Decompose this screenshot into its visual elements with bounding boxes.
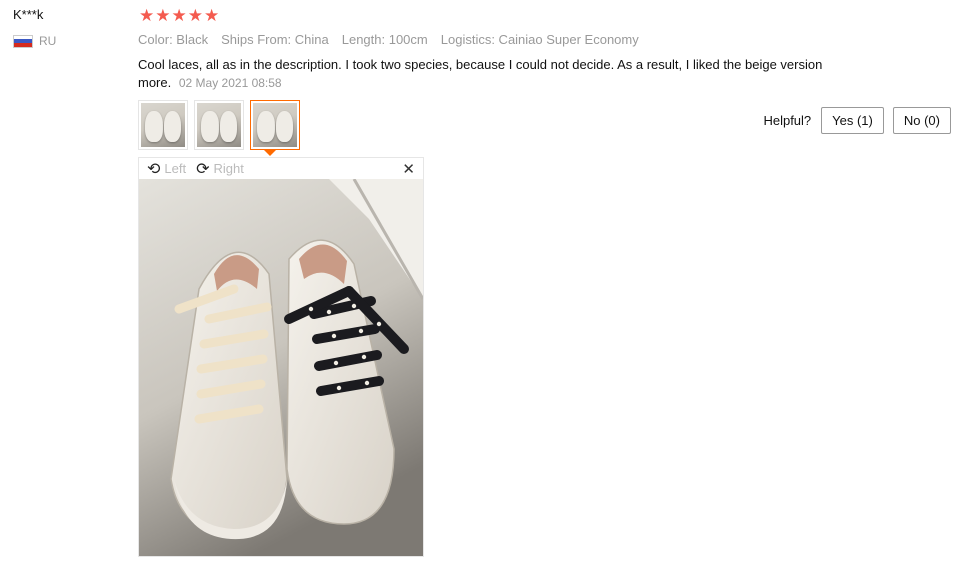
attr-length: Length: 100cm	[341, 32, 428, 47]
image-viewer-toolbar: ⟲ Left ⟳ Right ✕	[139, 158, 423, 179]
close-icon[interactable]: ✕	[402, 160, 415, 178]
attr-color: Color: Black	[138, 32, 209, 47]
rotate-right-icon: ⟳	[196, 158, 210, 178]
russia-flag-icon	[13, 34, 33, 48]
helpful-yes-button[interactable]: Yes (1)	[821, 107, 884, 134]
attr-ships-from: Ships From: China	[221, 32, 329, 47]
thumbnail-image	[253, 103, 297, 147]
star-icon: ★	[204, 6, 220, 26]
star-icon: ★	[155, 6, 171, 26]
image-viewer: ⟲ Left ⟳ Right ✕	[138, 157, 424, 557]
star-icon: ★	[187, 6, 203, 26]
rotate-left-button[interactable]: ⟲ Left	[147, 158, 187, 178]
helpful-vote: Helpful? Yes (1) No (0)	[763, 107, 951, 134]
review-body: Cool laces, all as in the description. I…	[138, 56, 838, 92]
star-icon: ★	[171, 6, 187, 26]
reviewer-country: RU	[13, 34, 56, 48]
rotate-left-icon: ⟲	[147, 158, 161, 178]
product-attributes: Color: Black Ships From: China Length: 1…	[138, 32, 652, 47]
thumbnail-image	[141, 103, 185, 147]
review-thumbnail-3[interactable]	[250, 100, 300, 150]
sneakers-photo	[139, 179, 423, 556]
helpful-label: Helpful?	[763, 113, 812, 128]
rotate-right-label: Right	[213, 161, 244, 176]
star-rating: ★ ★ ★ ★ ★	[139, 6, 219, 26]
attr-logistics: Logistics: Cainiao Super Economy	[440, 32, 639, 47]
reviewer-name: K***k	[13, 7, 44, 22]
star-icon: ★	[139, 6, 155, 26]
rotate-right-button[interactable]: ⟳ Right	[196, 158, 244, 178]
review-thumbnail-2[interactable]	[194, 100, 244, 150]
thumbnail-image	[197, 103, 241, 147]
active-thumbnail-caret	[264, 150, 276, 156]
country-code: RU	[39, 34, 57, 48]
review-date: 02 May 2021 08:58	[178, 76, 282, 90]
rotate-left-label: Left	[164, 161, 187, 176]
review-thumbnails	[138, 100, 300, 150]
helpful-no-button[interactable]: No (0)	[892, 107, 951, 134]
review-thumbnail-1[interactable]	[138, 100, 188, 150]
review-photo-large	[139, 179, 423, 556]
